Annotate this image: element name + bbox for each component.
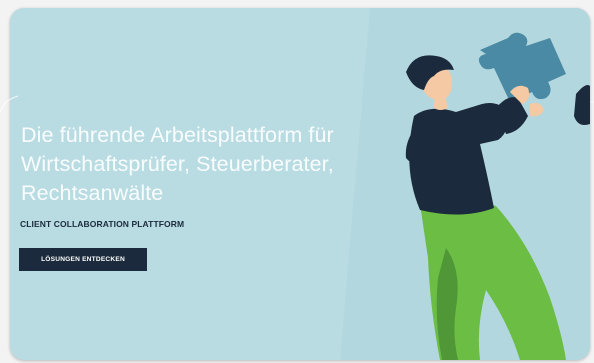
decorative-stroke — [0, 95, 594, 113]
